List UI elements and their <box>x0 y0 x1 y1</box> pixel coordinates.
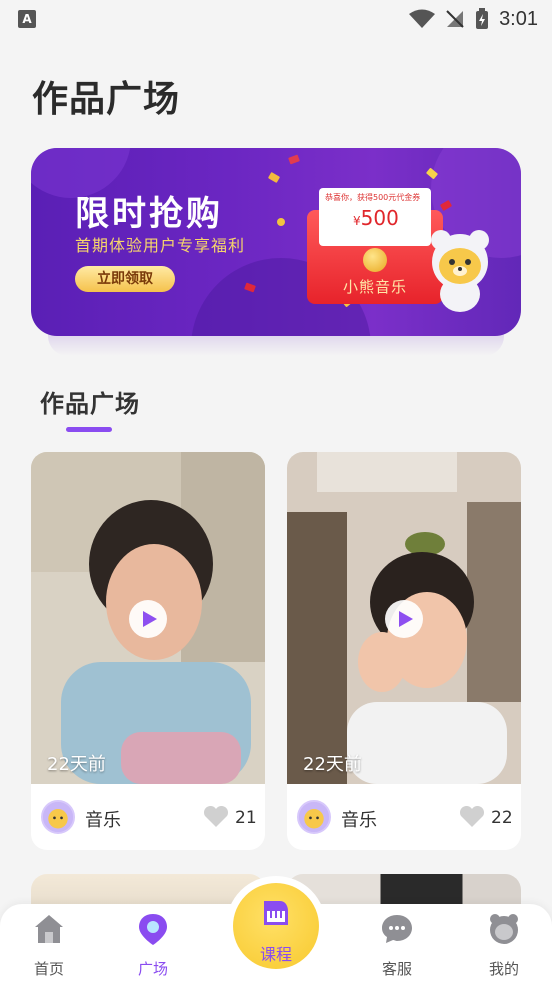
currency-symbol: ¥ <box>353 214 361 228</box>
author-name[interactable]: 音乐 <box>85 806 121 832</box>
play-button[interactable] <box>129 600 167 638</box>
tab-mine[interactable]: 我的 <box>472 912 536 979</box>
work-card[interactable]: 22天前 音乐 21 <box>31 452 265 850</box>
voucher-card: 恭喜你，获得500元代金券 ¥500 <box>319 188 431 246</box>
location-pin-icon <box>139 914 167 945</box>
confetti <box>277 218 285 226</box>
tab-courses[interactable]: 课程 <box>233 883 319 969</box>
like-count: 21 <box>235 808 257 828</box>
play-button[interactable] <box>385 600 423 638</box>
post-time: 22天前 <box>303 754 362 775</box>
work-card[interactable]: 22天前 音乐 22 <box>287 452 521 850</box>
promo-banner[interactable]: 限时抢购 首期体验用户专享福利 立即领取 恭喜你，获得500元代金券 ¥500 … <box>31 148 521 336</box>
chat-bubble-icon <box>382 915 412 943</box>
status-time: 3:01 <box>499 7 538 30</box>
banner-subtitle: 首期体验用户专享福利 <box>75 236 246 255</box>
voucher-amount-value: 500 <box>360 206 399 230</box>
tab-label: 首页 <box>33 960 64 978</box>
author-name[interactable]: 音乐 <box>341 806 377 832</box>
like-count: 22 <box>491 808 513 828</box>
banner-headline: 限时抢购 <box>75 194 223 234</box>
wifi-icon <box>409 9 436 28</box>
tab-label: 广场 <box>137 960 168 978</box>
no-signal-icon <box>446 10 464 28</box>
post-time: 22天前 <box>47 754 106 775</box>
heart-icon[interactable] <box>203 806 229 828</box>
tab-label: 我的 <box>488 960 519 978</box>
tab-label: 客服 <box>381 960 412 978</box>
heart-icon[interactable] <box>459 806 485 828</box>
status-bar: A 3:01 <box>0 0 552 38</box>
tab-label: 课程 <box>259 945 292 964</box>
voucher-amount: ¥500 <box>353 206 399 230</box>
tab-square[interactable]: 广场 <box>121 912 185 979</box>
piano-icon <box>264 901 288 925</box>
bear-mascot-icon <box>431 230 489 312</box>
voucher-note: 恭喜你，获得500元代金券 <box>325 193 421 202</box>
battery-charging-icon <box>476 8 489 29</box>
page-title: 作品广场 <box>32 79 181 120</box>
home-icon <box>35 915 63 943</box>
avatar[interactable] <box>41 800 75 834</box>
tab-home[interactable]: 首页 <box>17 912 81 979</box>
claim-now-button[interactable]: 立即领取 <box>75 266 175 292</box>
coin-icon <box>363 248 387 272</box>
status-indicators: 3:01 <box>409 6 538 32</box>
section-title[interactable]: 作品广场 <box>40 384 140 419</box>
bear-profile-icon <box>490 914 518 944</box>
avatar[interactable] <box>297 800 331 834</box>
section-tab-indicator <box>66 427 112 432</box>
app-notification-icon: A <box>18 10 36 28</box>
tab-support[interactable]: 客服 <box>365 912 429 979</box>
